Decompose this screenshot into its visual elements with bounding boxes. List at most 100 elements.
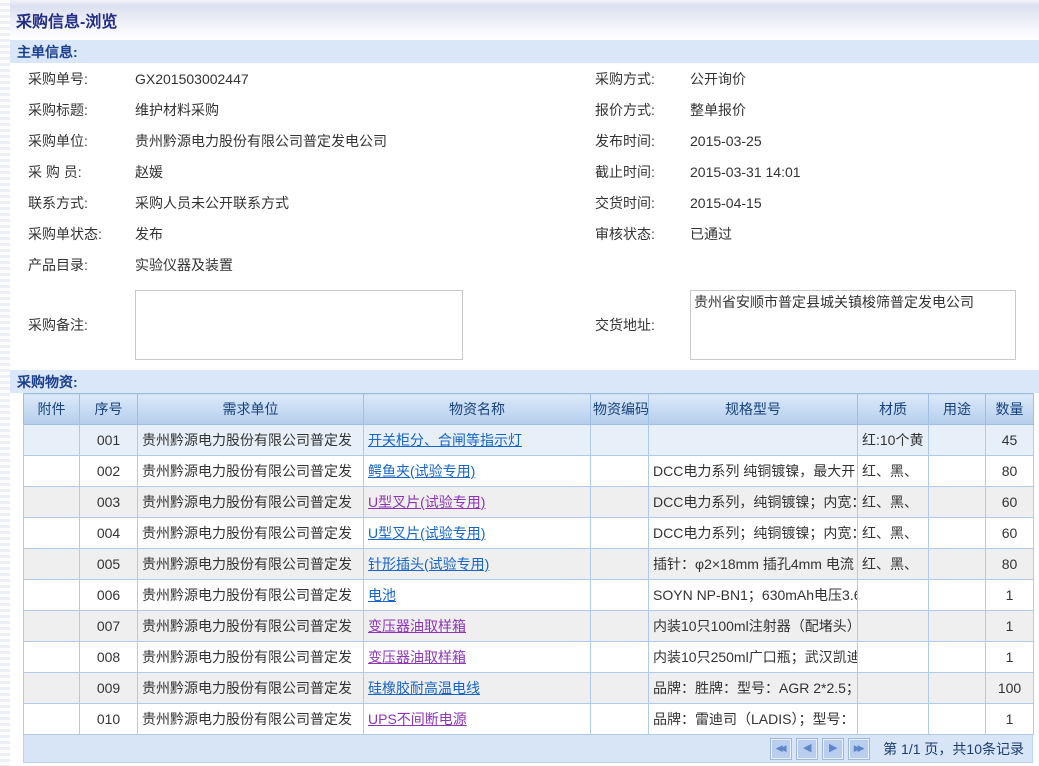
cell-spec: 品牌：雷迪司（LADIS）；型号： [649,704,858,735]
field-label: 采购方式: [595,69,690,89]
cell-spec: DCC电力系列；纯铜镀镍；内宽： [649,518,858,549]
table-row[interactable]: 010 贵州黔源电力股份有限公司普定发 UPS不间断电源 品牌：雷迪司（LADI… [24,704,1034,735]
cell-name: UPS不间断电源 [364,704,591,735]
field-label: 采购单状态: [28,224,135,244]
col-header-usage: 用途 [929,394,986,425]
cell-name: 硅橡胶耐高温电线 [364,673,591,704]
cell-spec: 品牌：胜牌：型号：AGR 2*2.5； [649,673,858,704]
cell-code [591,704,649,735]
cell-attachment [24,487,80,518]
remark-textarea[interactable] [135,290,463,360]
cell-seq: 010 [80,704,138,735]
cell-qty: 80 [986,456,1034,487]
cell-material [858,611,929,642]
cell-usage [929,580,986,611]
cell-spec: 插针：φ2×18mm 插孔4mm 电流 [649,549,858,580]
field-label: 审核状态: [595,224,690,244]
delivery-address-textarea[interactable]: 贵州省安顺市普定县城关镇梭筛普定发电公司 [690,290,1016,360]
material-link[interactable]: U型叉片(试验专用) [368,525,485,541]
section-header-materials: 采购物资: [10,370,1039,393]
table-row[interactable]: 007 贵州黔源电力股份有限公司普定发 变压器油取样箱 内装10只100ml注射… [24,611,1034,642]
table-row[interactable]: 003 贵州黔源电力股份有限公司普定发 U型叉片(试验专用) DCC电力系列，纯… [24,487,1034,518]
cell-usage [929,673,986,704]
cell-name: 变压器油取样箱 [364,611,591,642]
first-page-button[interactable]: ◀◀ [771,739,791,759]
materials-table: 附件 序号 需求单位 物资名称 物资编码 规格型号 材质 用途 数量 001 贵… [23,393,1034,735]
cell-seq: 007 [80,611,138,642]
cell-spec: DCC电力系列，纯铜镀镍；内宽： [649,487,858,518]
cell-attachment [24,673,80,704]
last-page-button[interactable]: ▶▶ [849,739,869,759]
page-header: 采购信息-浏览 [10,0,1039,40]
material-link[interactable]: 电池 [368,587,396,603]
field-purchaser: 采 购 员: 赵媛 [28,156,580,187]
cell-unit: 贵州黔源电力股份有限公司普定发 [138,611,364,642]
cell-code [591,549,649,580]
cell-material: 红、黑、 [858,487,929,518]
table-row[interactable]: 005 贵州黔源电力股份有限公司普定发 针形插头(试验专用) 插针：φ2×18m… [24,549,1034,580]
table-row[interactable]: 004 贵州黔源电力股份有限公司普定发 U型叉片(试验专用) DCC电力系列；纯… [24,518,1034,549]
table-row[interactable]: 006 贵州黔源电力股份有限公司普定发 电池 SOYN NP-BN1；630mA… [24,580,1034,611]
section-title-main-info: 主单信息: [10,42,78,62]
cell-code [591,611,649,642]
material-link[interactable]: 变压器油取样箱 [368,618,466,634]
material-link[interactable]: 鳄鱼夹(试验专用) [368,463,475,479]
material-link[interactable]: 硅橡胶耐高温电线 [368,680,480,696]
cell-usage [929,704,986,735]
field-purchase-method: 采购方式: 公开询价 [595,63,1039,94]
cell-name: 变压器油取样箱 [364,642,591,673]
cell-qty: 1 [986,642,1034,673]
field-value: 2015-03-31 14:01 [690,164,801,180]
field-label: 联系方式: [28,193,135,213]
table-row[interactable]: 001 贵州黔源电力股份有限公司普定发 开关柜分、合闸等指示灯 红:10个黄 4… [24,425,1034,456]
material-link[interactable]: UPS不间断电源 [368,711,467,727]
table-row[interactable]: 008 贵州黔源电力股份有限公司普定发 变压器油取样箱 内装10只250ml广口… [24,642,1034,673]
col-header-spec: 规格型号 [649,394,858,425]
field-value: 已通过 [690,224,732,244]
cell-code [591,487,649,518]
cell-unit: 贵州黔源电力股份有限公司普定发 [138,642,364,673]
cell-material: 红、黑、 [858,518,929,549]
cell-qty: 60 [986,487,1034,518]
cell-attachment [24,704,80,735]
field-quote-method: 报价方式: 整单报价 [595,94,1039,125]
cell-usage [929,425,986,456]
cell-material [858,704,929,735]
cell-attachment [24,549,80,580]
main-info-right-column: 采购方式: 公开询价 报价方式: 整单报价 发布时间: 2015-03-25 截… [580,63,1039,370]
material-link[interactable]: U型叉片(试验专用) [368,494,485,510]
material-link[interactable]: 开关柜分、合闸等指示灯 [368,432,522,448]
col-header-unit: 需求单位 [138,394,364,425]
field-order-status: 采购单状态: 发布 [28,218,580,249]
cell-seq: 002 [80,456,138,487]
cell-usage [929,642,986,673]
field-purchasing-unit: 采购单位: 贵州黔源电力股份有限公司普定发电公司 [28,125,580,156]
cell-qty: 1 [986,580,1034,611]
field-label: 采 购 员: [28,162,135,182]
table-row[interactable]: 009 贵州黔源电力股份有限公司普定发 硅橡胶耐高温电线 品牌：胜牌：型号：AG… [24,673,1034,704]
col-header-attachment: 附件 [24,394,80,425]
cell-attachment [24,425,80,456]
cell-unit: 贵州黔源电力股份有限公司普定发 [138,518,364,549]
cell-name: 鳄鱼夹(试验专用) [364,456,591,487]
next-page-button[interactable]: ▶ [823,739,843,759]
table-header-row: 附件 序号 需求单位 物资名称 物资编码 规格型号 材质 用途 数量 [24,394,1034,425]
prev-page-button[interactable]: ◀ [797,739,817,759]
field-value: GX201503002447 [135,71,249,87]
field-value: 维护材料采购 [135,100,219,120]
material-link[interactable]: 变压器油取样箱 [368,649,466,665]
cell-usage [929,611,986,642]
table-row[interactable]: 002 贵州黔源电力股份有限公司普定发 鳄鱼夹(试验专用) DCC电力系列 纯铜… [24,456,1034,487]
material-link[interactable]: 针形插头(试验专用) [368,556,489,572]
field-delivery-address: 交货地址: 贵州省安顺市普定县城关镇梭筛普定发电公司 [595,280,1039,370]
cell-attachment [24,518,80,549]
main-info-left-column: 采购单号: GX201503002447 采购标题: 维护材料采购 采购单位: … [10,63,580,370]
cell-name: U型叉片(试验专用) [364,487,591,518]
field-label: 采购标题: [28,100,135,120]
left-edge-stripe [0,0,10,766]
field-label: 交货地址: [595,315,690,335]
field-label: 采购单位: [28,131,135,151]
cell-usage [929,487,986,518]
field-value: 贵州黔源电力股份有限公司普定发电公司 [135,131,387,151]
cell-name: U型叉片(试验专用) [364,518,591,549]
